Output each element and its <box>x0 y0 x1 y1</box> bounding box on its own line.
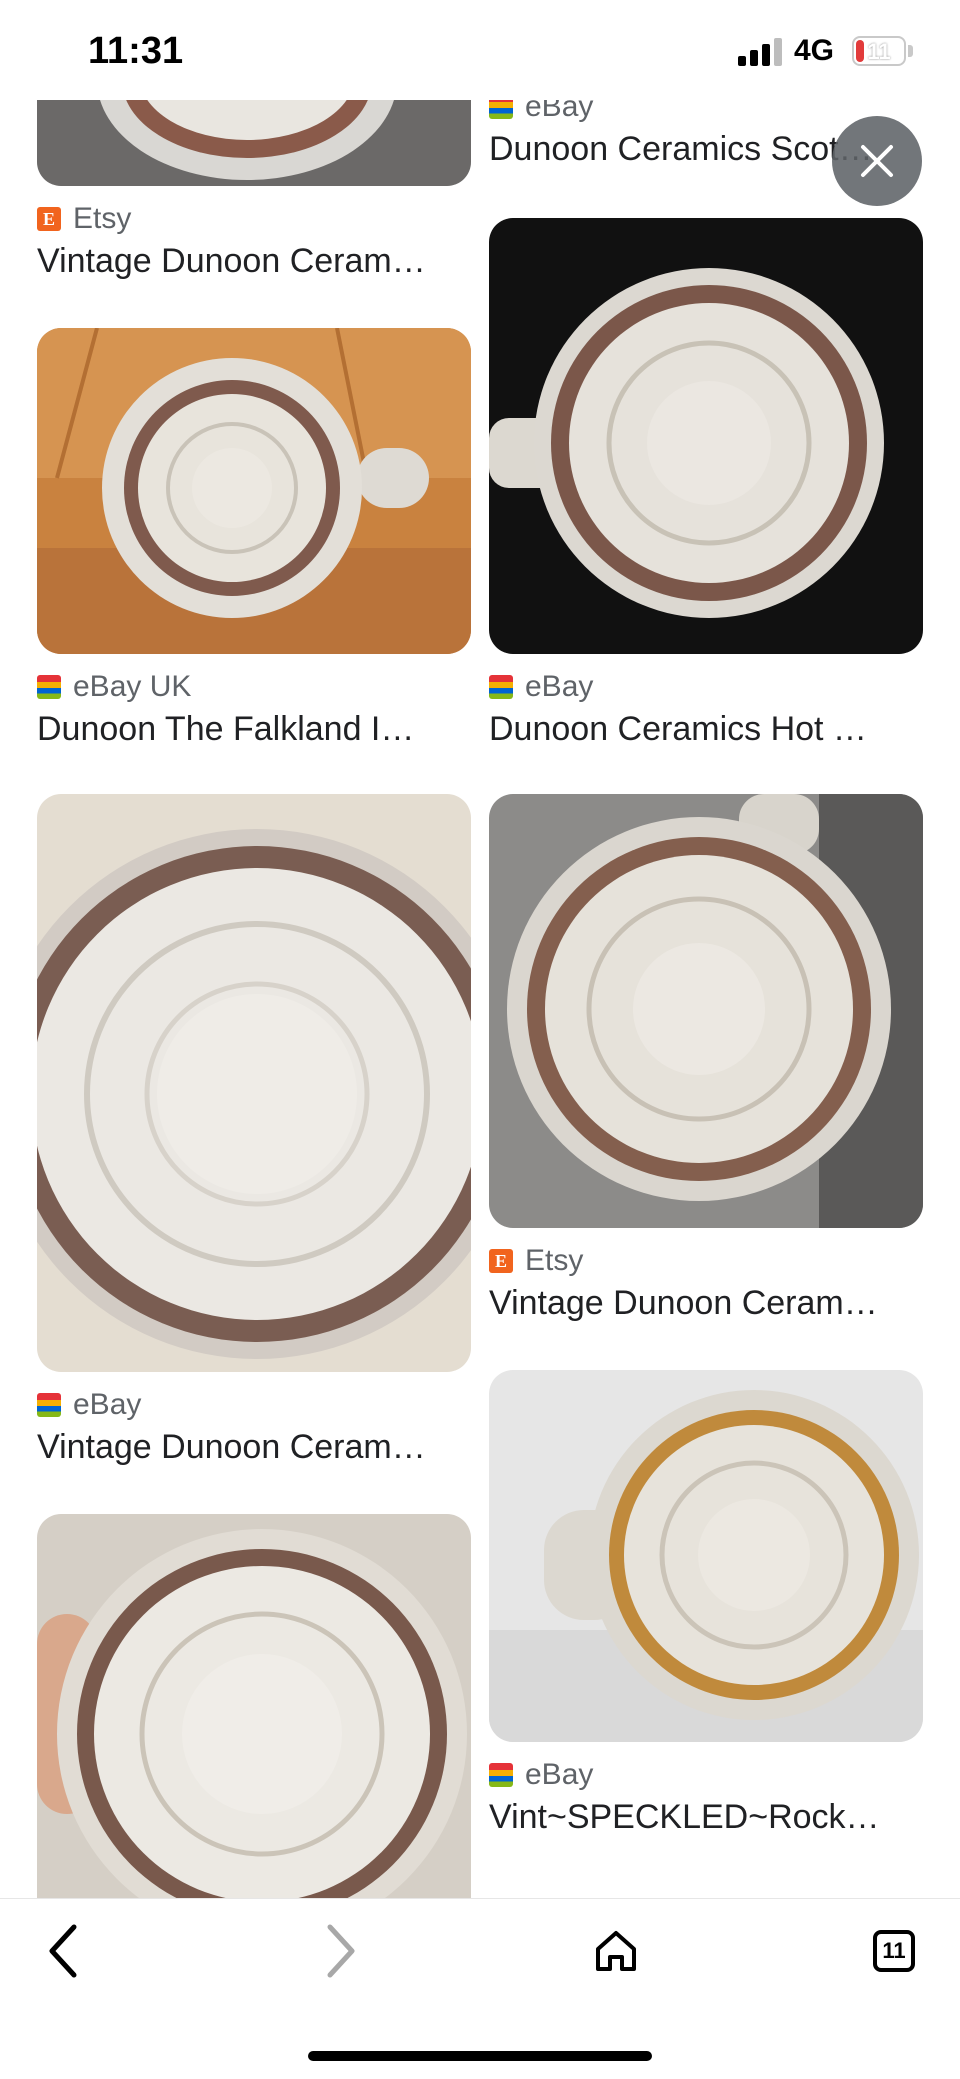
result-thumbnail[interactable] <box>37 328 471 654</box>
status-bar: 11:31 4G 11 <box>0 0 960 100</box>
result-card[interactable]: E Etsy Vintage Dunoon Ceram… <box>489 794 923 1323</box>
battery-icon: 11 <box>852 36 906 66</box>
result-card[interactable]: eBay Vint~SPECKLED~Rock… <box>489 1370 923 1837</box>
chevron-left-icon <box>49 1924 77 1978</box>
close-button[interactable] <box>832 116 922 206</box>
chevron-right-icon <box>327 1924 355 1978</box>
result-card[interactable] <box>37 1514 471 1898</box>
status-time: 11:31 <box>88 30 184 72</box>
result-source: eBay <box>489 670 923 704</box>
result-card[interactable]: E Etsy Vintage Dunoon Ceram… <box>37 100 471 281</box>
result-source-name: Etsy <box>73 202 132 235</box>
tab-count: 11 <box>882 1938 906 1963</box>
ebay-icon <box>489 1763 513 1787</box>
result-source-name: eBay <box>525 1758 594 1791</box>
result-title[interactable]: Vintage Dunoon Ceram… <box>37 242 471 281</box>
result-source: eBay <box>37 1388 471 1422</box>
result-source: eBay UK <box>37 670 471 704</box>
result-card[interactable]: eBay UK Dunoon The Falkland I… <box>37 328 471 749</box>
result-title[interactable]: Vintage Dunoon Ceram… <box>37 1428 471 1467</box>
browser-toolbar: 11 <box>0 1898 960 2079</box>
result-source-name: eBay <box>525 670 594 703</box>
tabs-button[interactable]: 11 <box>854 1919 934 1983</box>
result-thumbnail[interactable] <box>37 100 471 186</box>
battery-level: 11 <box>867 39 891 64</box>
result-card[interactable]: eBay Vintage Dunoon Ceram… <box>37 794 471 1467</box>
result-thumbnail[interactable] <box>489 794 923 1228</box>
result-title[interactable]: Dunoon The Falkland I… <box>37 710 471 749</box>
etsy-icon: E <box>489 1249 513 1273</box>
ebay-icon <box>489 675 513 699</box>
cellular-signal-icon <box>738 38 784 66</box>
result-card[interactable]: eBay Dunoon Ceramics Hot … <box>489 218 923 749</box>
home-indicator <box>308 2051 652 2061</box>
result-source-name: Etsy <box>525 1244 584 1277</box>
result-thumbnail[interactable] <box>37 1514 471 1898</box>
result-title[interactable]: Dunoon Ceramics Hot … <box>489 710 923 749</box>
back-button[interactable] <box>24 1919 104 1983</box>
result-thumbnail[interactable] <box>489 1370 923 1742</box>
etsy-icon: E <box>37 207 61 231</box>
result-source-name: eBay UK <box>73 670 192 703</box>
result-title[interactable]: Vintage Dunoon Ceram… <box>489 1284 923 1323</box>
result-source-name: eBay <box>73 1388 142 1421</box>
ebay-icon <box>37 675 61 699</box>
tabs-icon: 11 <box>873 1930 915 1972</box>
result-thumbnail[interactable] <box>489 218 923 654</box>
close-icon <box>861 145 893 177</box>
result-source: E Etsy <box>37 202 471 236</box>
network-type: 4G <box>794 34 835 67</box>
result-source: eBay <box>489 1758 923 1792</box>
result-title[interactable]: Vint~SPECKLED~Rock… <box>489 1798 923 1837</box>
ebay-icon <box>37 1393 61 1417</box>
forward-button[interactable] <box>300 1919 380 1983</box>
home-icon <box>596 1931 636 1971</box>
home-button[interactable] <box>576 1919 656 1983</box>
result-thumbnail[interactable] <box>37 794 471 1372</box>
result-source: E Etsy <box>489 1244 923 1278</box>
